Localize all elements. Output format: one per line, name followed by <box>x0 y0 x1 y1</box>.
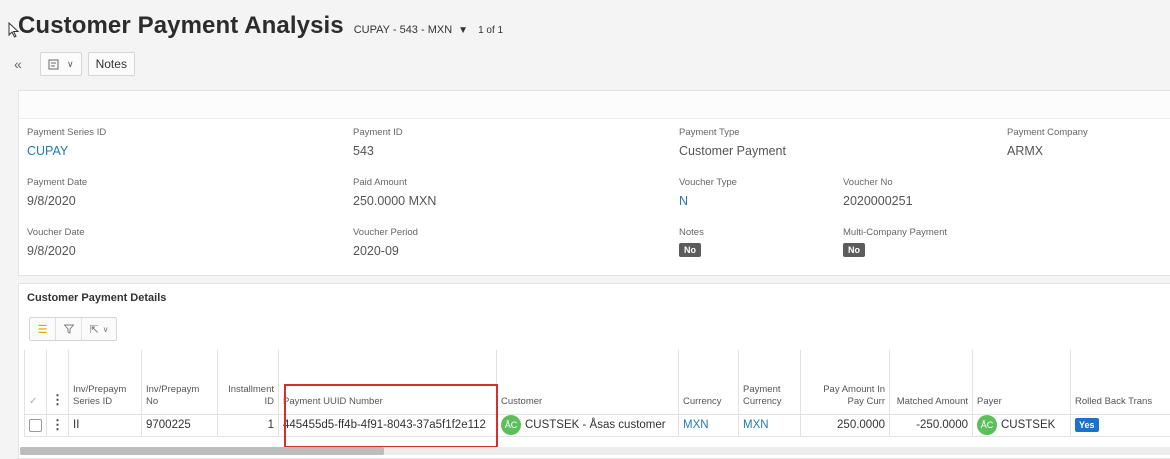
notes-field: Notes No <box>679 227 704 258</box>
checkmark-icon: ✓ <box>29 395 38 407</box>
column-header-currency[interactable]: Currency <box>678 350 739 415</box>
customer-avatar: ÅC <box>501 415 521 435</box>
voucher-no-field: Voucher No 2020000251 <box>843 177 913 208</box>
header-band <box>19 91 1170 119</box>
page-layout-button[interactable]: ∨ <box>40 52 82 76</box>
chevron-down-icon: ∨ <box>102 324 109 334</box>
filter-icon[interactable] <box>56 318 82 340</box>
row-menu-cell: ⋮ <box>46 413 69 437</box>
field-label: Voucher No <box>843 177 893 188</box>
field-label: Payment ID <box>353 127 403 138</box>
double-chevron-left-icon[interactable]: « <box>14 56 34 72</box>
payment-id-value: 543 <box>353 144 374 158</box>
field-label: Voucher Date <box>27 227 85 238</box>
kebab-icon[interactable]: ⋮ <box>51 392 64 407</box>
field-label: Notes <box>679 227 704 238</box>
notes-badge: No <box>679 243 701 257</box>
details-title: Customer Payment Details <box>27 292 167 304</box>
paid-amount-field: Paid Amount 250.0000 MXN <box>353 177 436 208</box>
payment-company-field: Payment Company ARMX <box>1007 127 1088 158</box>
voucher-date-value: 9/8/2020 <box>27 244 76 258</box>
payment-date-field: Payment Date 9/8/2020 <box>27 177 87 208</box>
column-header-installment-id[interactable]: Installment ID <box>217 350 279 415</box>
record-selector[interactable]: CUPAY - 543 - MXN <box>354 24 452 36</box>
payment-series-id-link[interactable]: CUPAY <box>27 144 106 158</box>
paid-amount-value: 250.0000 MXN <box>353 194 437 208</box>
payment-details-panel: Customer Payment Details ☰ ⇱ ∨ ✓ ⋮ Inv/P… <box>18 283 1170 459</box>
field-label: Payment Company <box>1007 127 1088 138</box>
rolled-back-badge: Yes <box>1075 418 1099 432</box>
field-label: Paid Amount <box>353 177 407 188</box>
cell-payment-currency[interactable]: MXN <box>738 413 801 437</box>
scrollbar-thumb[interactable] <box>20 447 384 455</box>
cell-uuid: 445455d5-ff4b-4f91-8043-37a5f1f2e112 <box>278 413 497 437</box>
grid-toolbar: ☰ ⇱ ∨ <box>29 317 117 341</box>
column-header-series-id[interactable]: Inv/Prepaym Series ID <box>68 350 142 415</box>
field-label: Payment Series ID <box>27 127 107 138</box>
notes-button[interactable]: Notes <box>87 52 135 76</box>
cell-rolled-back: Yes <box>1070 413 1170 437</box>
details-grid: ✓ ⋮ Inv/Prepaym Series ID Inv/Prepaym No… <box>24 350 1170 437</box>
field-label: Payment Type <box>679 127 740 138</box>
record-count: 1 of 1 <box>478 25 504 36</box>
payment-type-field: Payment Type Customer Payment <box>679 127 786 158</box>
voucher-no-value: 2020000251 <box>843 194 913 208</box>
column-header-inv-no[interactable]: Inv/Prepaym No <box>141 350 218 415</box>
field-label: Voucher Type <box>679 177 737 188</box>
voucher-type-field: Voucher Type N <box>679 177 737 208</box>
grid-header-row: ✓ ⋮ Inv/Prepaym Series ID Inv/Prepaym No… <box>24 350 1170 415</box>
column-header-rolled-back[interactable]: Rolled Back Trans <box>1070 350 1170 415</box>
kebab-icon[interactable]: ⋮ <box>51 417 64 432</box>
payment-id-field: Payment ID 543 <box>353 127 403 158</box>
cell-customer: ÅC CUSTSEK - Åsas customer <box>496 413 679 437</box>
cell-series-id: II <box>68 413 142 437</box>
cell-installment-id: 1 <box>217 413 279 437</box>
field-label: Multi-Company Payment <box>843 227 948 238</box>
voucher-date-field: Voucher Date 9/8/2020 <box>27 227 85 258</box>
multi-company-payment-badge: No <box>843 243 865 257</box>
chevron-down-icon: ∨ <box>67 58 74 69</box>
customer-name[interactable]: CUSTSEK - Åsas customer <box>525 419 666 431</box>
cell-inv-no: 9700225 <box>141 413 218 437</box>
cell-currency[interactable]: MXN <box>678 413 739 437</box>
horizontal-scrollbar[interactable] <box>20 447 1170 455</box>
title-bar: Customer Payment Analysis CUPAY - 543 - … <box>8 12 503 44</box>
page-layout-icon <box>48 59 59 69</box>
payment-header-panel: Payment Series ID CUPAY Payment ID 543 P… <box>18 90 1170 276</box>
cell-matched-amount: -250.0000 <box>889 413 973 437</box>
voucher-period-value: 2020-09 <box>353 244 399 258</box>
select-all-column[interactable]: ✓ <box>24 350 47 415</box>
payment-date-value: 9/8/2020 <box>27 194 76 208</box>
list-view-icon[interactable]: ☰ <box>30 318 56 340</box>
multi-company-payment-field: Multi-Company Payment No <box>843 227 947 258</box>
voucher-type-link[interactable]: N <box>679 194 737 208</box>
field-label: Payment Date <box>27 177 88 188</box>
column-header-pay-amount[interactable]: Pay Amount In Pay Curr <box>800 350 890 415</box>
payment-type-value: Customer Payment <box>679 144 786 158</box>
export-icon[interactable]: ⇱ ∨ <box>82 318 116 340</box>
page-toolbar: « ∨ Notes <box>14 52 135 76</box>
cell-payer: ÅC CUSTSEK <box>972 413 1071 437</box>
payment-company-value: ARMX <box>1007 144 1044 158</box>
column-header-payment-currency[interactable]: Payment Currency <box>738 350 801 415</box>
record-selector-caret-icon[interactable]: ▼ <box>458 25 468 36</box>
column-header-payer[interactable]: Payer <box>972 350 1071 415</box>
field-label: Voucher Period <box>353 227 418 238</box>
payer-avatar: ÅC <box>977 415 997 435</box>
row-select-cell <box>24 413 47 437</box>
row-menu-column: ⋮ <box>46 350 69 415</box>
column-header-customer[interactable]: Customer <box>496 350 679 415</box>
payer-name[interactable]: CUSTSEK <box>1001 419 1055 431</box>
table-row[interactable]: ⋮ II 9700225 1 445455d5-ff4b-4f91-8043-3… <box>24 413 1170 437</box>
cell-pay-amount: 250.0000 <box>800 413 890 437</box>
voucher-period-field: Voucher Period 2020-09 <box>353 227 418 258</box>
payment-series-id-field: Payment Series ID CUPAY <box>27 127 106 158</box>
column-header-uuid[interactable]: Payment UUID Number <box>278 350 497 415</box>
column-header-matched-amount[interactable]: Matched Amount <box>889 350 973 415</box>
page-title: Customer Payment Analysis <box>18 12 344 39</box>
row-checkbox[interactable] <box>29 418 42 432</box>
